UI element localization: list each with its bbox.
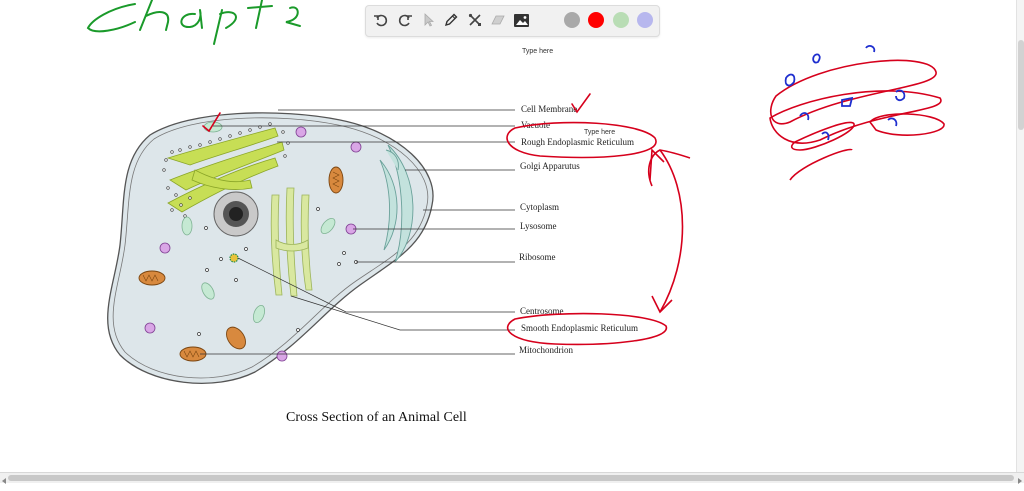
vertical-scroll-thumb[interactable] [1018,40,1024,130]
horizontal-scroll-thumb[interactable] [8,475,1014,481]
red-highlight-circles [506,121,691,346]
horizontal-scrollbar[interactable] [0,472,1024,484]
green-handwriting [86,0,301,45]
vertical-scrollbar[interactable] [1016,0,1024,472]
red-golgi-sketch [769,59,945,181]
ink-annotations [86,0,945,346]
